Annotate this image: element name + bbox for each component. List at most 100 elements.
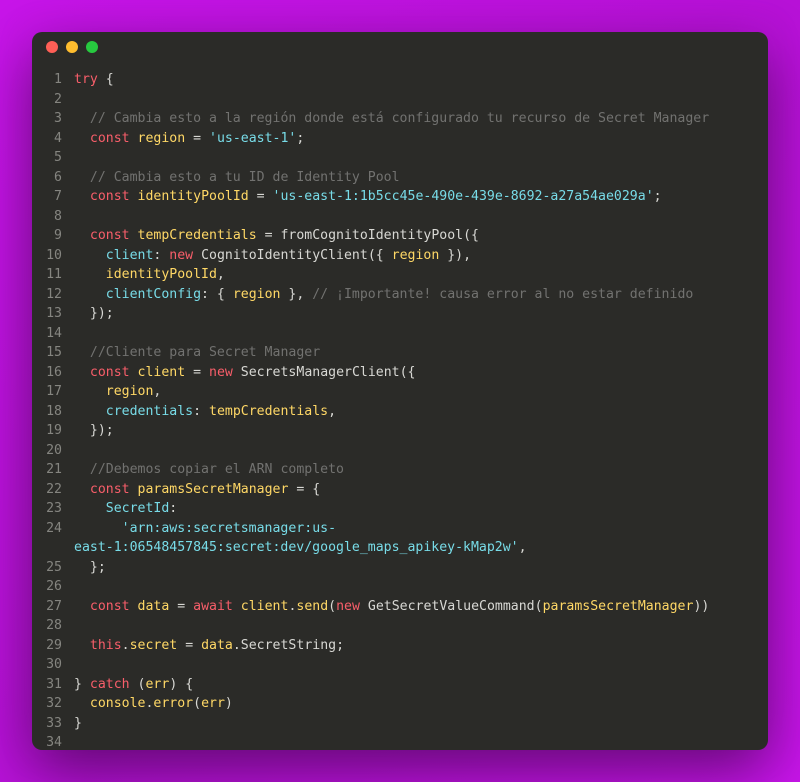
code-line[interactable]: 10 client: new CognitoIdentityClient({ r…	[32, 246, 768, 266]
close-icon[interactable]	[46, 41, 58, 53]
code-content[interactable]: // Cambia esto a la región donde está co…	[74, 109, 768, 129]
code-content[interactable]: };	[74, 558, 768, 578]
code-content[interactable]: console.error(err)	[74, 694, 768, 714]
line-number: 9	[32, 226, 74, 246]
code-line[interactable]: 30	[32, 655, 768, 675]
code-line[interactable]: 19 });	[32, 421, 768, 441]
code-line[interactable]: 21 //Debemos copiar el ARN completo	[32, 460, 768, 480]
token-punc	[74, 170, 90, 185]
minimize-icon[interactable]	[66, 41, 78, 53]
code-content[interactable]: 'arn:aws:secretsmanager:us-	[74, 519, 768, 539]
code-content[interactable]: } catch (err) {	[74, 675, 768, 695]
code-line[interactable]: east-1:06548457845:secret:dev/google_map…	[32, 538, 768, 558]
code-line[interactable]: 33}	[32, 714, 768, 734]
code-line[interactable]: 16 const client = new SecretsManagerClie…	[32, 363, 768, 383]
line-number: 6	[32, 168, 74, 188]
code-content[interactable]: const data = await client.send(new GetSe…	[74, 597, 768, 617]
code-content[interactable]	[74, 207, 768, 227]
code-content[interactable]: });	[74, 304, 768, 324]
code-content[interactable]	[74, 616, 768, 636]
code-content[interactable]	[74, 441, 768, 461]
code-content[interactable]: const paramsSecretManager = {	[74, 480, 768, 500]
token-kw: catch	[90, 677, 130, 692]
code-line[interactable]: 18 credentials: tempCredentials,	[32, 402, 768, 422]
token-punc: ) {	[169, 677, 193, 692]
token-kw: await	[193, 599, 233, 614]
token-punc	[130, 599, 138, 614]
token-punc: =	[185, 131, 209, 146]
code-content[interactable]: east-1:06548457845:secret:dev/google_map…	[74, 538, 768, 558]
token-punc	[74, 696, 90, 711]
code-content[interactable]	[74, 324, 768, 344]
code-line[interactable]: 34	[32, 733, 768, 750]
code-line[interactable]: 32 console.error(err)	[32, 694, 768, 714]
code-content[interactable]: //Cliente para Secret Manager	[74, 343, 768, 363]
code-content[interactable]: //Debemos copiar el ARN completo	[74, 460, 768, 480]
code-content[interactable]: try {	[74, 70, 768, 90]
token-kw: const	[90, 599, 130, 614]
code-content[interactable]: clientConfig: { region }, // ¡Importante…	[74, 285, 768, 305]
code-line[interactable]: 28	[32, 616, 768, 636]
line-number: 33	[32, 714, 74, 734]
code-line[interactable]: 12 clientConfig: { region }, // ¡Importa…	[32, 285, 768, 305]
code-line[interactable]: 14	[32, 324, 768, 344]
token-punc: (	[130, 677, 146, 692]
token-punc	[193, 248, 201, 263]
code-content[interactable]	[74, 655, 768, 675]
token-punc	[74, 482, 90, 497]
code-content[interactable]	[74, 733, 768, 750]
code-line[interactable]: 4 const region = 'us-east-1';	[32, 129, 768, 149]
code-content[interactable]: SecretId:	[74, 499, 768, 519]
code-line[interactable]: 5	[32, 148, 768, 168]
token-punc	[130, 482, 138, 497]
code-line[interactable]: 3 // Cambia esto a la región donde está …	[32, 109, 768, 129]
code-content[interactable]: }	[74, 714, 768, 734]
code-content[interactable]: // Cambia esto a tu ID de Identity Pool	[74, 168, 768, 188]
token-var: client	[241, 599, 289, 614]
code-content[interactable]: this.secret = data.SecretString;	[74, 636, 768, 656]
token-punc	[74, 521, 122, 536]
code-content[interactable]: identityPoolId,	[74, 265, 768, 285]
code-area[interactable]: 1try {23 // Cambia esto a la región dond…	[32, 62, 768, 750]
code-line[interactable]: 7 const identityPoolId = 'us-east-1:1b5c…	[32, 187, 768, 207]
code-line[interactable]: 24 'arn:aws:secretsmanager:us-	[32, 519, 768, 539]
token-punc: {	[98, 72, 114, 87]
code-content[interactable]	[74, 148, 768, 168]
code-line[interactable]: 2	[32, 90, 768, 110]
code-line[interactable]: 27 const data = await client.send(new Ge…	[32, 597, 768, 617]
code-line[interactable]: 26	[32, 577, 768, 597]
code-editor-window: 1try {23 // Cambia esto a la región dond…	[32, 32, 768, 750]
token-punc: :	[153, 248, 169, 263]
code-content[interactable]: const tempCredentials = fromCognitoIdent…	[74, 226, 768, 246]
token-var: region	[233, 287, 281, 302]
code-line[interactable]: 31} catch (err) {	[32, 675, 768, 695]
code-content[interactable]: const identityPoolId = 'us-east-1:1b5cc4…	[74, 187, 768, 207]
code-line[interactable]: 29 this.secret = data.SecretString;	[32, 636, 768, 656]
code-line[interactable]: 23 SecretId:	[32, 499, 768, 519]
code-content[interactable]: });	[74, 421, 768, 441]
code-line[interactable]: 15 //Cliente para Secret Manager	[32, 343, 768, 363]
token-cmt: //Cliente para Secret Manager	[90, 345, 320, 360]
code-line[interactable]: 11 identityPoolId,	[32, 265, 768, 285]
code-line[interactable]: 6 // Cambia esto a tu ID de Identity Poo…	[32, 168, 768, 188]
token-punc	[130, 365, 138, 380]
maximize-icon[interactable]	[86, 41, 98, 53]
code-content[interactable]: const region = 'us-east-1';	[74, 129, 768, 149]
code-line[interactable]: 22 const paramsSecretManager = {	[32, 480, 768, 500]
code-line[interactable]: 25 };	[32, 558, 768, 578]
code-content[interactable]: client: new CognitoIdentityClient({ regi…	[74, 246, 768, 266]
token-punc: :	[193, 404, 209, 419]
code-line[interactable]: 1try {	[32, 70, 768, 90]
code-content[interactable]	[74, 90, 768, 110]
code-line[interactable]: 20	[32, 441, 768, 461]
token-punc	[233, 599, 241, 614]
code-line[interactable]: 8	[32, 207, 768, 227]
token-this: this	[90, 638, 122, 653]
code-line[interactable]: 13 });	[32, 304, 768, 324]
code-content[interactable]: const client = new SecretsManagerClient(…	[74, 363, 768, 383]
code-line[interactable]: 17 region,	[32, 382, 768, 402]
code-content[interactable]: credentials: tempCredentials,	[74, 402, 768, 422]
code-content[interactable]: region,	[74, 382, 768, 402]
code-content[interactable]	[74, 577, 768, 597]
code-line[interactable]: 9 const tempCredentials = fromCognitoIde…	[32, 226, 768, 246]
